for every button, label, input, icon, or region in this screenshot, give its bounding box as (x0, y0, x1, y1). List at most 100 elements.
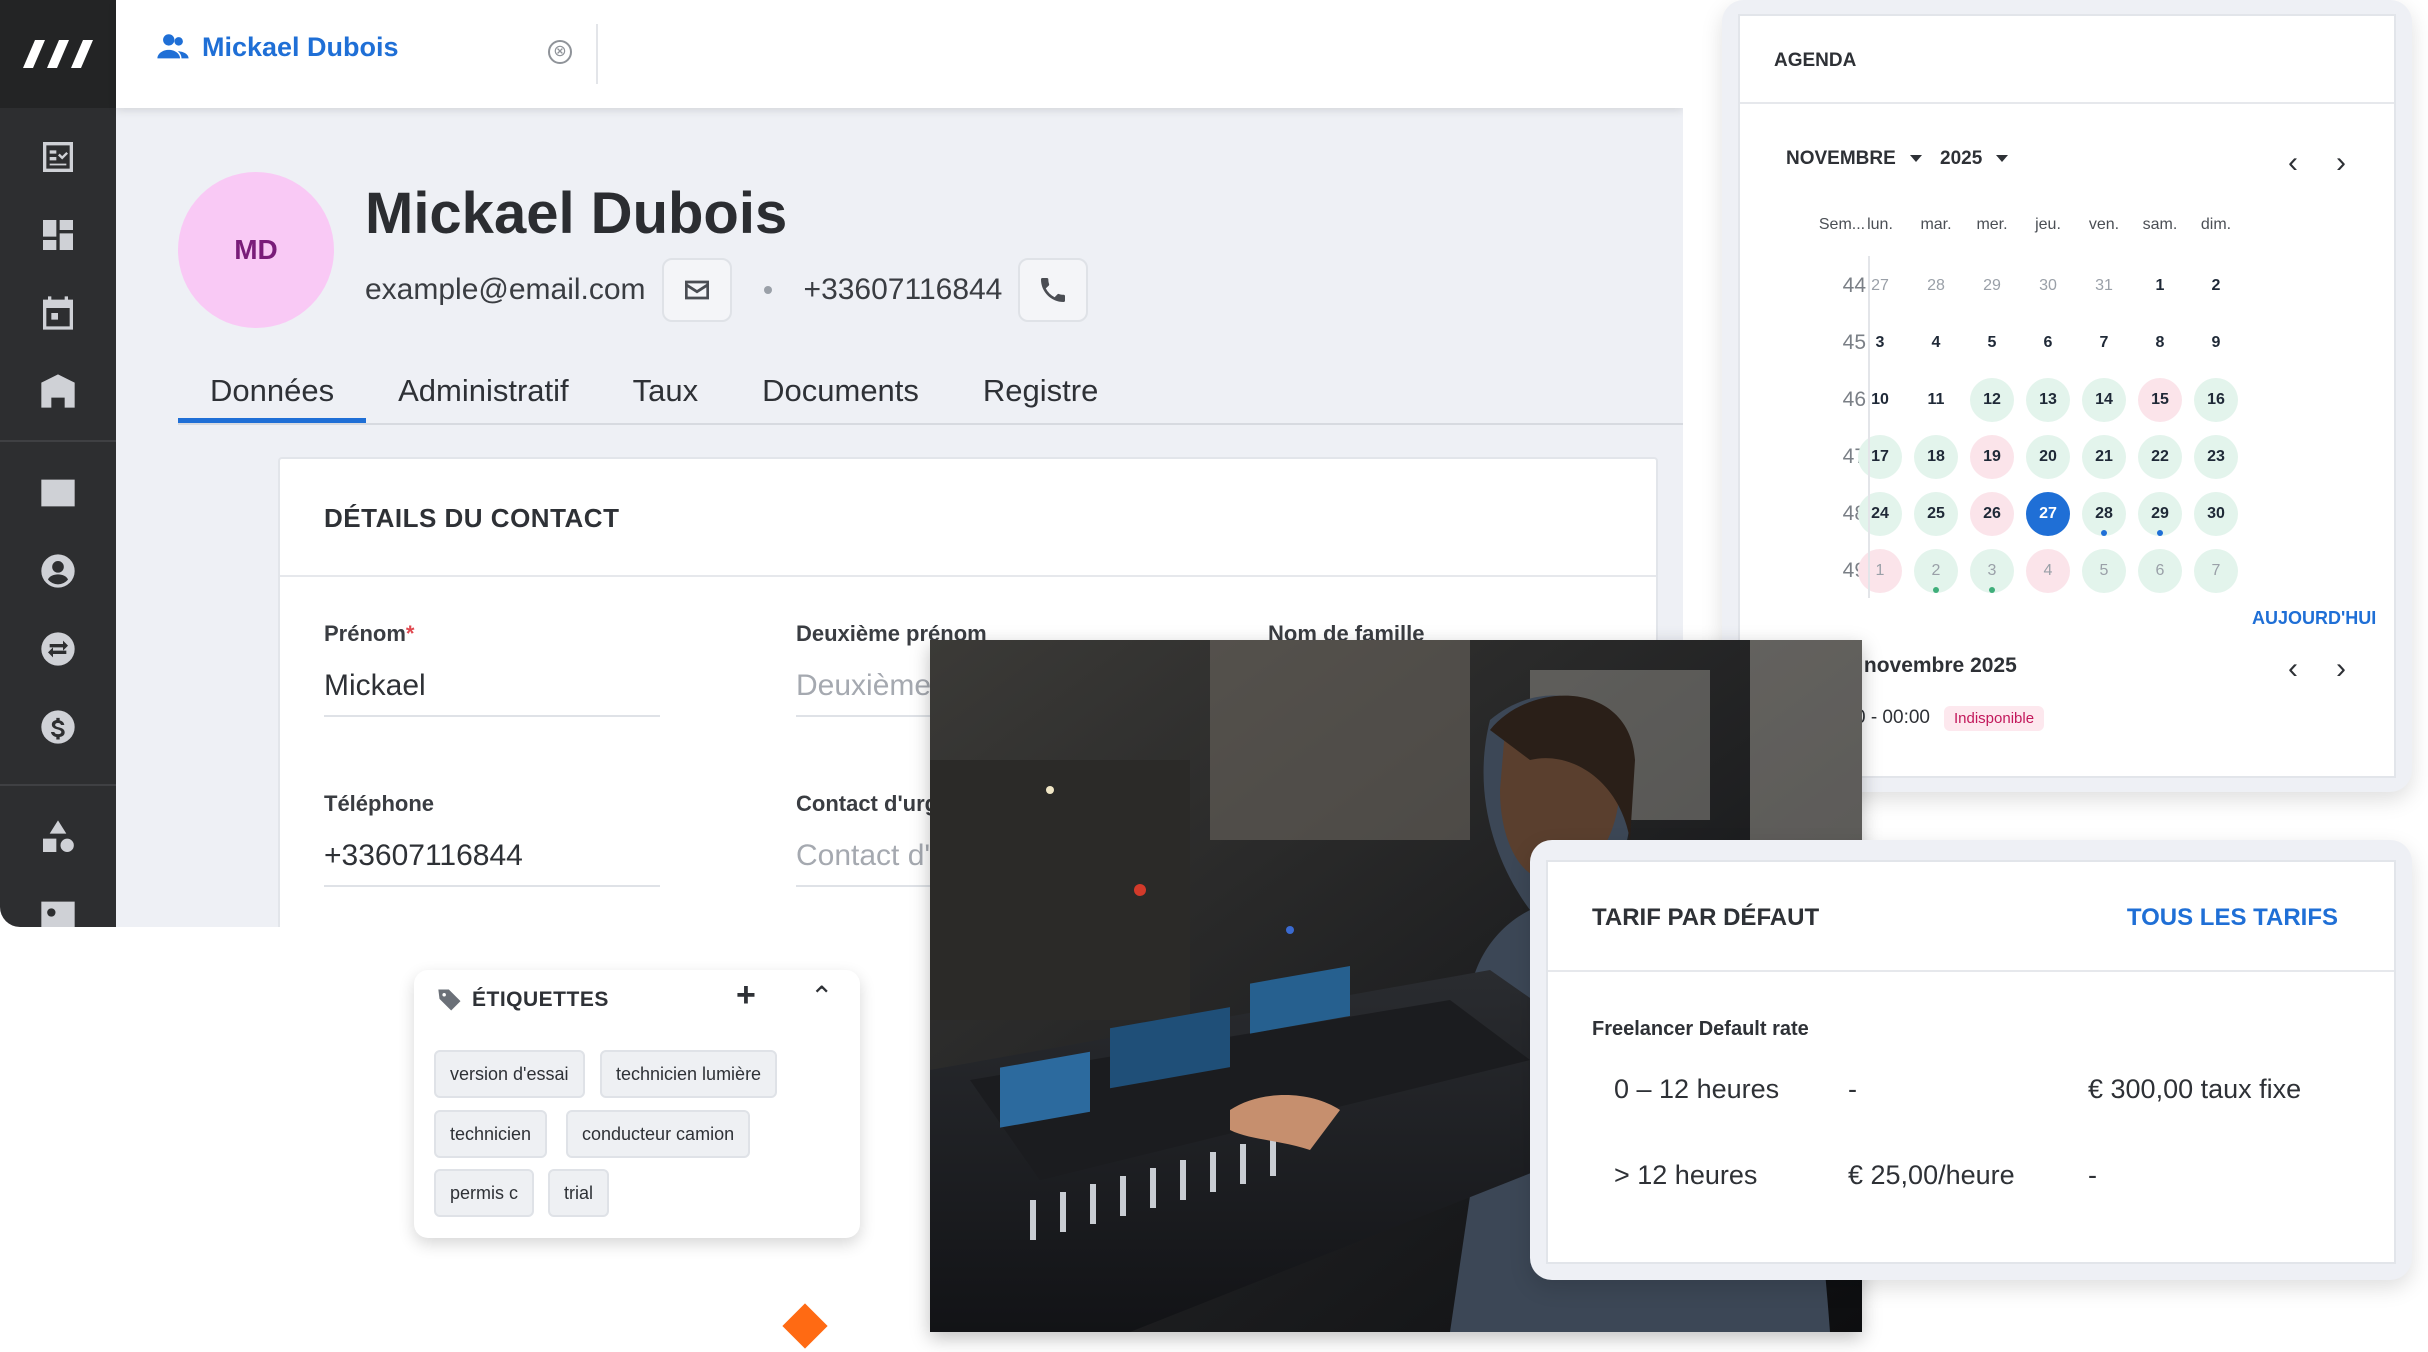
contact-line: example@email.com +33607116844 (365, 258, 1089, 322)
calendar-day[interactable]: 25 (1914, 492, 1958, 536)
tab-registre[interactable]: Registre (951, 365, 1130, 423)
calendar-day[interactable]: 18 (1914, 435, 1958, 479)
exchange-icon[interactable] (0, 610, 116, 688)
tab-administratif[interactable]: Administratif (366, 365, 601, 423)
phone-field: Téléphone +33607116844 (324, 791, 660, 887)
rate-range: 0 – 12 heures (1614, 1074, 1780, 1104)
tag-chip[interactable]: technicien lumière (600, 1050, 778, 1098)
tab-documents[interactable]: Documents (730, 365, 951, 423)
calendar-day[interactable]: 23 (2194, 435, 2238, 479)
week-column-divider (1868, 256, 1870, 598)
today-button[interactable]: AUJOURD'HUI (2252, 608, 2376, 629)
calendar-day[interactable]: 4 (2026, 549, 2070, 593)
shapes-icon[interactable] (0, 798, 116, 876)
month-select[interactable]: NOVEMBRE (1786, 148, 1922, 170)
year-label: 2025 (1940, 148, 1983, 169)
tag-chip[interactable]: trial (548, 1169, 610, 1217)
table-icon[interactable] (0, 454, 116, 532)
dashboard-icon[interactable] (0, 196, 116, 274)
call-button[interactable] (1018, 258, 1089, 322)
calendar-day[interactable]: 21 (2082, 435, 2126, 479)
calendar-day[interactable]: 8 (2138, 321, 2182, 365)
tag-chip[interactable]: permis c (434, 1169, 535, 1217)
divider (1740, 102, 2394, 104)
tag-chip[interactable]: technicien (434, 1110, 548, 1158)
chevron-left-icon[interactable]: ‹ (2288, 654, 2298, 684)
calendar-day[interactable]: 6 (2026, 321, 2070, 365)
close-tab-icon[interactable]: ⊗ (548, 40, 572, 64)
calendar-day[interactable]: 26 (1970, 492, 2014, 536)
caret-down-icon (1996, 155, 2009, 163)
calendar-day[interactable]: 10 (1858, 378, 1902, 422)
email-button[interactable] (661, 258, 732, 322)
calendar-day[interactable]: 27 (1858, 264, 1902, 308)
tasks-icon[interactable] (0, 118, 116, 196)
calendar-icon[interactable] (0, 274, 116, 352)
field-label: Téléphone (324, 791, 435, 816)
rate-name: Freelancer Default rate (1592, 1018, 1809, 1040)
weekday-header: ven. (2088, 216, 2120, 233)
calendar-day[interactable]: 15 (2138, 378, 2182, 422)
chevron-right-icon[interactable]: › (2336, 148, 2346, 178)
calendar-day[interactable]: 4 (1914, 321, 1958, 365)
add-tag-button[interactable]: + (736, 976, 756, 1015)
calendar-day[interactable]: 30 (2026, 264, 2070, 308)
calendar-day[interactable]: 9 (2194, 321, 2238, 365)
calendar-day[interactable]: 16 (2194, 378, 2238, 422)
calendar-day-today[interactable]: 27 (2026, 492, 2070, 536)
calendar-day[interactable]: 12 (1970, 378, 2014, 422)
calendar-day[interactable]: 20 (2026, 435, 2070, 479)
users-icon (157, 34, 189, 59)
tag-chip[interactable]: conducteur camion (566, 1110, 751, 1158)
calendar-day[interactable]: 19 (1970, 435, 2014, 479)
event-dot (2157, 530, 2163, 536)
calendar-day[interactable]: 13 (2026, 378, 2070, 422)
all-rates-link[interactable]: TOUS LES TARIFS (2127, 904, 2338, 932)
weekday-header: lun. (1867, 216, 1893, 233)
user-circle-icon[interactable] (0, 532, 116, 610)
building-icon[interactable] (0, 352, 116, 430)
avatar: MD (178, 172, 334, 328)
calendar-day[interactable]: 5 (2082, 549, 2126, 593)
calendar-day[interactable]: 6 (2138, 549, 2182, 593)
collapse-icon[interactable]: ⌃ (810, 980, 833, 1013)
tag-chip[interactable]: version d'essai (434, 1050, 585, 1098)
rate-hourly: - (1848, 1074, 1857, 1104)
first-name-input[interactable]: Mickael (324, 669, 660, 717)
calendar-day[interactable]: 28 (1914, 264, 1958, 308)
calendar-day[interactable]: 3 (1858, 321, 1902, 365)
logo[interactable] (0, 0, 116, 108)
chevron-left-icon[interactable]: ‹ (2288, 148, 2298, 178)
calendar-day[interactable]: 1 (1858, 549, 1902, 593)
tags-card: ÉTIQUETTES + ⌃ version d'essai technicie… (414, 970, 860, 1238)
calendar-day[interactable]: 7 (2194, 549, 2238, 593)
phone-text: +33607116844 (803, 273, 1003, 306)
year-select[interactable]: 2025 (1940, 148, 2009, 170)
tab-donnees[interactable]: Données (178, 365, 367, 423)
calendar-day[interactable]: 22 (2138, 435, 2182, 479)
weekday-header: mer. (1976, 216, 2008, 233)
default-rate-card: TARIF PAR DÉFAUT TOUS LES TARIFS Freelan… (1530, 840, 2412, 1280)
weekday-header: mar. (1920, 216, 1952, 233)
id-card-icon[interactable] (0, 876, 116, 927)
tab-contact[interactable]: Mickael Dubois (156, 30, 399, 64)
calendar-day[interactable]: 7 (2082, 321, 2126, 365)
tab-taux[interactable]: Taux (601, 365, 730, 423)
calendar-day[interactable]: 17 (1858, 435, 1902, 479)
dollar-icon[interactable] (0, 688, 116, 766)
tag-icon (438, 989, 461, 1011)
rate-hourly: € 25,00/heure (1848, 1160, 2015, 1190)
calendar-day[interactable]: 29 (1970, 264, 2014, 308)
calendar-day[interactable]: 14 (2082, 378, 2126, 422)
calendar-day[interactable]: 2 (2194, 264, 2238, 308)
tab-label: Mickael Dubois (202, 31, 399, 62)
calendar-day[interactable]: 30 (2194, 492, 2238, 536)
phone-input[interactable]: +33607116844 (324, 839, 660, 887)
tab-divider (596, 24, 598, 84)
calendar-day[interactable]: 31 (2082, 264, 2126, 308)
calendar-day[interactable]: 5 (1970, 321, 2014, 365)
calendar-day[interactable]: 11 (1914, 378, 1958, 422)
calendar-day[interactable]: 24 (1858, 492, 1902, 536)
chevron-right-icon[interactable]: › (2336, 654, 2346, 684)
calendar-day[interactable]: 1 (2138, 264, 2182, 308)
